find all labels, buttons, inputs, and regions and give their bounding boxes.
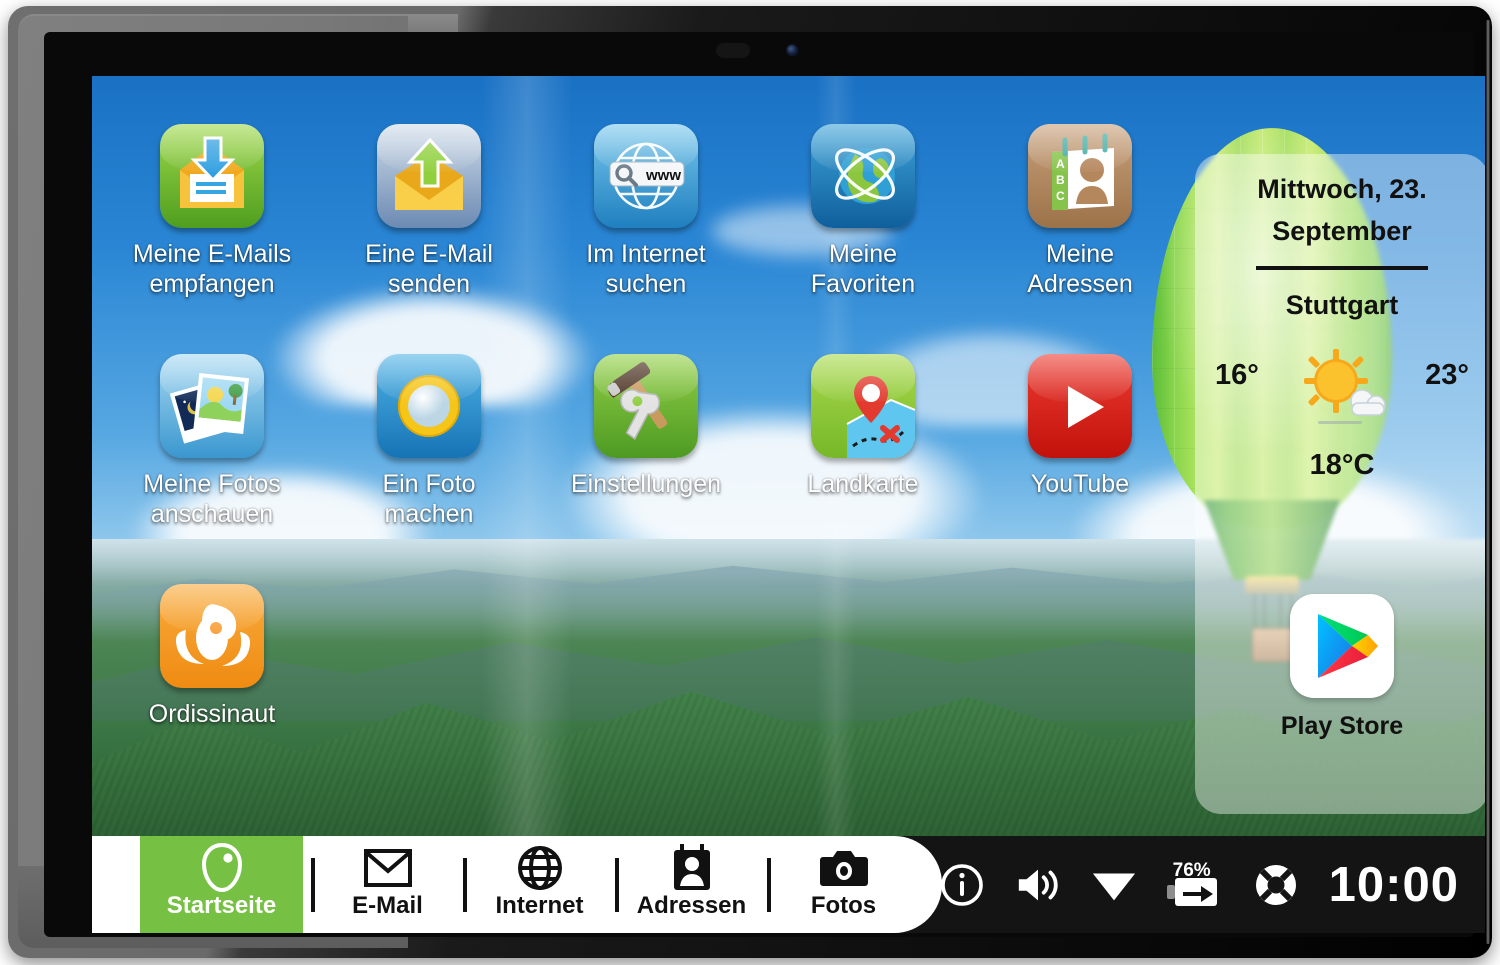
tablet-device: Meine E-Mails empfangen Eine E-Mail send… — [8, 6, 1492, 958]
weather-city: Stuttgart — [1285, 290, 1399, 320]
app-youtube[interactable]: YouTube — [980, 354, 1180, 499]
app-label: Meine Fotos anschauen — [143, 470, 281, 528]
settings-tools-icon[interactable] — [594, 354, 698, 458]
svg-text:C: C — [1056, 189, 1065, 203]
email-receive-icon[interactable] — [160, 124, 264, 228]
speaker-volume-icon[interactable] — [1015, 862, 1061, 908]
taskbar-item-email[interactable]: E-Mail — [320, 836, 455, 933]
play-store-icon[interactable] — [1290, 594, 1394, 698]
status-bar: 76% 10:00 — [939, 836, 1459, 933]
taskbar-divider — [767, 858, 771, 912]
taskbar-item-adressen[interactable]: Adressen — [624, 836, 759, 933]
app-label: Landkarte — [807, 470, 919, 498]
taskbar: Startseite E-Mail Internet Adressen Foto… — [92, 836, 1485, 933]
camera-icon[interactable] — [377, 354, 481, 458]
app-im-internet-suchen[interactable]: www Im Internet suchen — [546, 124, 746, 299]
app-label: Ein Foto machen — [382, 470, 476, 528]
app-label: Im Internet suchen — [586, 240, 706, 298]
photos-icon[interactable] — [160, 354, 264, 458]
taskbar-label: Startseite — [166, 892, 277, 919]
taskbar-item-internet[interactable]: Internet — [472, 836, 607, 933]
weather-widget[interactable]: Mittwoch, 23. September Stuttgart 16° 23… — [1195, 154, 1485, 482]
front-camera — [786, 44, 799, 57]
app-meine-favoriten[interactable]: Meine Favoriten — [763, 124, 963, 299]
battery-charging-icon[interactable]: 76% — [1166, 860, 1223, 908]
ordissinaut-icon[interactable] — [160, 584, 264, 688]
weather-playstore-panel: Mittwoch, 23. September Stuttgart 16° 23… — [1195, 154, 1485, 814]
info-circle-icon[interactable] — [939, 862, 985, 908]
light-sensor — [716, 43, 750, 58]
app-play-store[interactable]: Play Store — [1195, 594, 1485, 741]
app-eine-email-senden[interactable]: Eine E-Mail senden — [329, 124, 529, 299]
contact-card-icon — [624, 836, 759, 891]
svg-text:B: B — [1056, 173, 1065, 187]
app-meine-adressen[interactable]: A B C Meine Adressen — [980, 124, 1180, 299]
home-leaf-icon — [140, 836, 303, 893]
lifebuoy-icon[interactable] — [1253, 862, 1299, 908]
svg-text:www: www — [645, 167, 681, 184]
weather-current-temp: 18°C — [1309, 449, 1375, 481]
taskbar-divider — [463, 858, 467, 912]
tablet-screen: Meine E-Mails empfangen Eine E-Mail send… — [92, 76, 1485, 933]
sun-behind-cloud-icon — [1290, 333, 1394, 437]
app-label: Meine E-Mails empfangen — [132, 240, 292, 298]
weather-divider — [1256, 266, 1428, 270]
weather-temps-row: 16° 23° — [1195, 325, 1485, 443]
app-label: YouTube — [1030, 470, 1130, 498]
address-book-icon[interactable]: A B C — [1028, 124, 1132, 228]
taskbar-divider — [615, 858, 619, 912]
globe-icon — [472, 836, 607, 891]
email-send-icon[interactable] — [377, 124, 481, 228]
app-label: Ordissinaut — [148, 700, 276, 728]
favorites-globe-icon[interactable] — [811, 124, 915, 228]
taskbar-label: Adressen — [636, 892, 747, 919]
app-ein-foto-machen[interactable]: Ein Foto machen — [329, 354, 529, 529]
internet-search-icon[interactable]: www — [594, 124, 698, 228]
camera-icon — [776, 836, 911, 891]
app-meine-emails-empfangen[interactable]: Meine E-Mails empfangen — [112, 124, 312, 299]
app-ordissinaut[interactable]: Ordissinaut — [112, 584, 312, 729]
svg-text:A: A — [1056, 157, 1065, 171]
taskbar-divider — [311, 858, 315, 912]
weather-date: Mittwoch, 23. September — [1257, 174, 1427, 246]
screen-bezel: Meine E-Mails empfangen Eine E-Mail send… — [44, 32, 1485, 937]
weather-temp-max: 23° — [1425, 359, 1469, 391]
taskbar-item-fotos[interactable]: Fotos — [776, 836, 911, 933]
app-label: Einstellungen — [570, 470, 722, 498]
app-meine-fotos-anschauen[interactable]: Meine Fotos anschauen — [112, 354, 312, 529]
map-pin-icon[interactable] — [811, 354, 915, 458]
app-label: Meine Adressen — [1027, 240, 1133, 298]
app-landkarte[interactable]: Landkarte — [763, 354, 963, 499]
taskbar-label: Fotos — [810, 892, 877, 919]
envelope-icon — [320, 836, 455, 891]
taskbar-item-startseite[interactable]: Startseite — [140, 836, 303, 933]
app-label: Meine Favoriten — [810, 240, 916, 298]
play-store-label: Play Store — [1280, 712, 1404, 740]
taskbar-label: Internet — [495, 892, 584, 919]
app-label: Eine E-Mail senden — [365, 240, 493, 298]
taskbar-label: E-Mail — [352, 892, 423, 919]
weather-temp-min: 16° — [1215, 359, 1259, 391]
clock: 10:00 — [1328, 857, 1459, 912]
youtube-icon[interactable] — [1028, 354, 1132, 458]
wifi-icon[interactable] — [1091, 862, 1137, 908]
app-einstellungen[interactable]: Einstellungen — [546, 354, 746, 499]
